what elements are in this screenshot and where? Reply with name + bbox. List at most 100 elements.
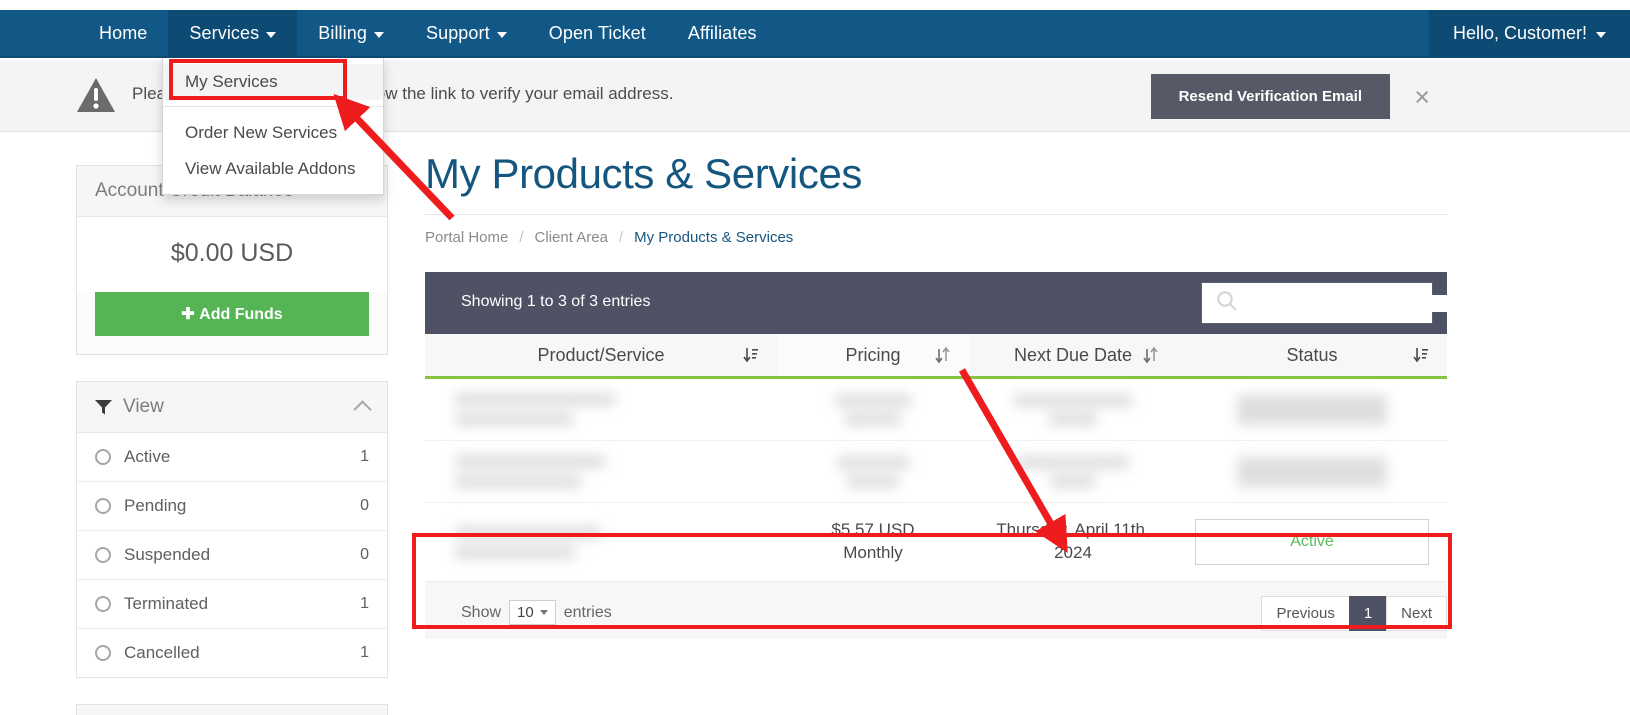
nav-item-label: Services [189, 22, 260, 43]
services-dropdown-menu: My Services Order New Services View Avai… [162, 58, 384, 195]
filter-label: Active [124, 447, 171, 466]
filter-left: Pending [95, 496, 186, 516]
table-row[interactable]: $5.57 USD Monthly Thursday, April 11th, … [425, 503, 1447, 581]
nav-item-label: Home [99, 22, 148, 43]
table-toolbar: Showing 1 to 3 of 3 entries [425, 272, 1453, 334]
nav-item-home[interactable]: Home [78, 10, 168, 56]
column-label: Product/Service [537, 344, 665, 365]
entries-label: entries [563, 603, 612, 621]
add-funds-button[interactable]: ✚ Add Funds [95, 292, 369, 336]
plus-icon: ✚ [181, 306, 200, 323]
warning-triangle-icon [76, 76, 116, 114]
pagination: Previous 1 Next [1261, 596, 1447, 631]
radio-icon[interactable] [95, 596, 111, 612]
dropdown-item-order-new-services[interactable]: Order New Services [163, 115, 383, 151]
table-row[interactable] [425, 379, 1447, 441]
nav-item-services[interactable]: Services [168, 10, 298, 56]
filter-left: Terminated [95, 594, 208, 614]
view-title: View [123, 396, 164, 417]
filter-count: 0 [360, 497, 369, 514]
column-header-status[interactable]: Status [1177, 334, 1447, 376]
dropdown-item-view-available-addons[interactable]: View Available Addons [163, 151, 383, 187]
filter-count: 1 [360, 448, 369, 465]
radio-icon[interactable] [95, 645, 111, 661]
search-input[interactable] [1238, 294, 1453, 312]
sort-both-icon [935, 346, 951, 369]
cell-pricing [777, 441, 969, 502]
nav-item-affiliates[interactable]: Affiliates [667, 10, 778, 56]
nav-item-billing[interactable]: Billing [297, 10, 405, 56]
entries-per-page-select[interactable]: 10 [509, 600, 556, 625]
column-header-pricing[interactable]: Pricing [777, 334, 969, 376]
filter-left: Active [95, 447, 170, 467]
nav-item-open-ticket[interactable]: Open Ticket [528, 10, 667, 56]
breadcrumb-separator: / [618, 229, 624, 246]
filter-count: 0 [360, 546, 369, 563]
cell-product-service [425, 503, 777, 581]
dropdown-item-my-services[interactable]: My Services [163, 64, 383, 100]
breadcrumb-item-portal-home[interactable]: Portal Home [425, 229, 508, 246]
nav-item-support[interactable]: Support [405, 10, 528, 56]
cell-status: Active [1177, 503, 1447, 581]
pagination-previous[interactable]: Previous [1261, 596, 1350, 631]
column-header-next-due-date[interactable]: Next Due Date [969, 334, 1177, 376]
table-row[interactable] [425, 441, 1447, 503]
close-icon[interactable]: × [1414, 84, 1430, 111]
chevron-up-icon[interactable] [353, 400, 372, 419]
filter-label: Suspended [124, 545, 211, 564]
client-area-page: Home Services Billing Support Open Ticke… [0, 0, 1630, 715]
cell-pricing [777, 379, 969, 440]
breadcrumb-item-client-area[interactable]: Client Area [535, 229, 608, 246]
filter-label: Pending [124, 496, 187, 515]
cell-next-due-date [969, 379, 1177, 440]
column-label: Next Due Date [1013, 344, 1133, 365]
show-entries-control: Show 10 entries [461, 600, 612, 625]
radio-icon[interactable] [95, 498, 111, 514]
filter-row-cancelled[interactable]: Cancelled 1 [77, 629, 387, 677]
filter-row-suspended[interactable]: Suspended 0 [77, 531, 387, 580]
table-footer: Show 10 entries Previous 1 Next [425, 581, 1447, 639]
filter-icon [95, 399, 112, 415]
pagination-page-1[interactable]: 1 [1348, 596, 1388, 631]
due-date-line1: Thursday, April 11th, [996, 520, 1150, 540]
cell-next-due-date: Thursday, April 11th, 2024 [969, 503, 1177, 581]
filter-row-pending[interactable]: Pending 0 [77, 482, 387, 531]
nav-right: Hello, Customer! [1428, 10, 1630, 56]
chevron-down-icon [1596, 31, 1606, 38]
resend-verification-email-button[interactable]: Resend Verification Email [1150, 74, 1390, 119]
pagination-next[interactable]: Next [1386, 596, 1447, 631]
filter-label: Cancelled [124, 643, 200, 662]
radio-icon[interactable] [95, 547, 111, 563]
chevron-down-icon [496, 31, 507, 38]
sort-both-icon [1143, 346, 1159, 369]
column-header-product-service[interactable]: Product/Service [425, 334, 777, 376]
user-menu-button[interactable]: Hello, Customer! [1428, 10, 1630, 56]
user-menu-label: Hello, Customer! [1452, 22, 1587, 43]
radio-icon[interactable] [95, 449, 111, 465]
account-credit-amount: $0.00 USD [170, 239, 294, 267]
cell-pricing: $5.57 USD Monthly [777, 503, 969, 581]
nav-item-label: Support [425, 22, 490, 43]
view-filter-header: View [77, 382, 387, 433]
due-date-line2: 2024 [1054, 543, 1092, 562]
filter-row-terminated[interactable]: Terminated 1 [77, 580, 387, 629]
sort-desc-icon [743, 346, 759, 369]
cell-next-due-date [969, 441, 1177, 502]
view-title-wrap: View [95, 396, 164, 418]
chevron-down-icon [539, 610, 548, 615]
cell-product-service [425, 441, 777, 502]
filter-left: Suspended [95, 545, 210, 565]
filter-row-active[interactable]: Active 1 [77, 433, 387, 482]
showing-entries-text: Showing 1 to 3 of 3 entries [461, 293, 651, 310]
sidebar: Account Credit Balance $0.00 USD ✚ Add F… [76, 165, 388, 715]
table-search-box[interactable] [1201, 282, 1453, 324]
add-funds-wrap: ✚ Add Funds [77, 292, 387, 354]
filter-label: Terminated [124, 594, 209, 613]
cell-status [1177, 441, 1447, 502]
status-badge-active[interactable]: Active [1195, 519, 1429, 565]
breadcrumb: Portal Home / Client Area / My Products … [425, 215, 1447, 246]
sidebar-next-panel [76, 704, 388, 715]
sort-desc-icon [1413, 346, 1429, 369]
show-label: Show [461, 603, 502, 621]
pricing-cycle: Monthly [843, 543, 903, 562]
